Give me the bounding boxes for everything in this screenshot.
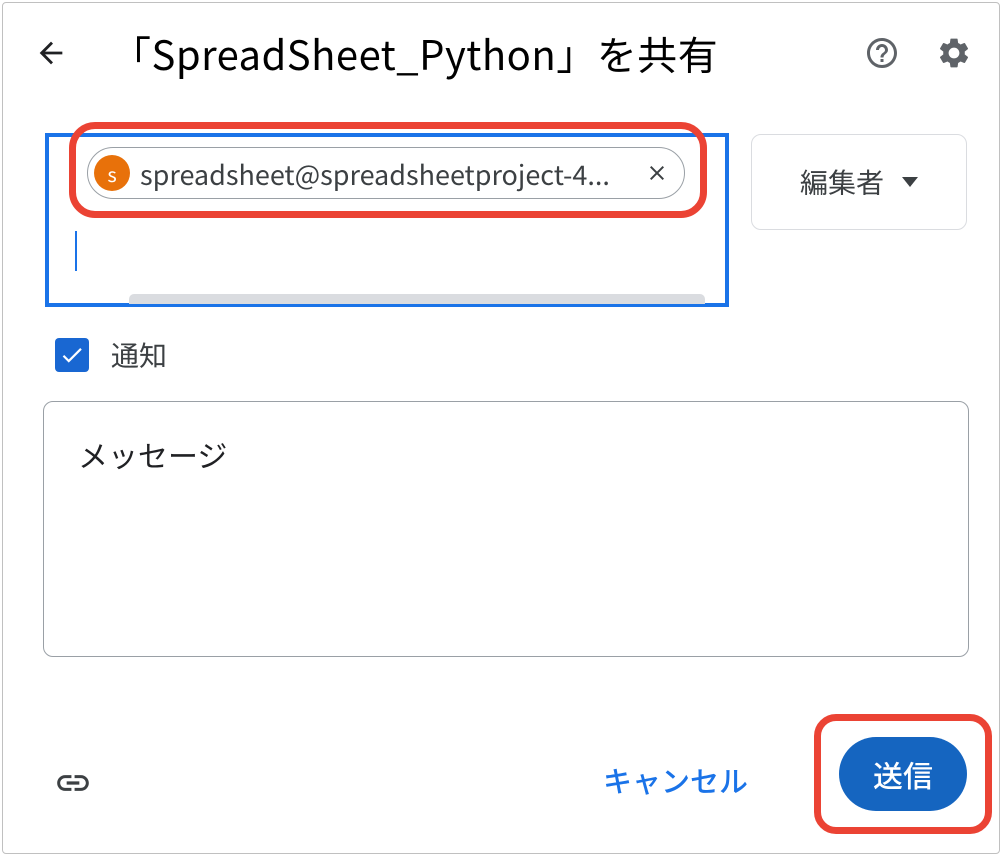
link-icon [54, 764, 92, 802]
role-label: 編集者 [800, 162, 884, 202]
recipient-email: spreadsheet@spreadsheetproject-4... [130, 154, 640, 193]
role-selector[interactable]: 編集者 [751, 134, 967, 230]
arrow-back-icon [34, 36, 68, 70]
check-icon [59, 342, 85, 368]
message-placeholder: メッセージ [78, 432, 227, 476]
notify-checkbox[interactable] [55, 338, 89, 372]
dropdown-icon [902, 177, 918, 187]
share-dialog: 「SpreadSheet_Python」を共有 s spreadsheet@sp… [2, 2, 1000, 854]
help-button[interactable] [861, 32, 903, 74]
dialog-title: 「SpreadSheet_Python」を共有 [111, 24, 718, 82]
avatar: s [94, 155, 130, 191]
notify-row: 通知 [55, 335, 167, 375]
remove-chip-button[interactable] [640, 156, 674, 190]
scrollbar-track [129, 294, 705, 304]
recipient-chip[interactable]: s spreadsheet@spreadsheetproject-4... [87, 147, 685, 199]
help-icon [864, 35, 900, 71]
close-icon [645, 161, 669, 185]
text-cursor [75, 231, 77, 271]
back-button[interactable] [27, 29, 75, 77]
copy-link-button[interactable] [49, 759, 97, 807]
notify-label: 通知 [111, 335, 167, 375]
cancel-button[interactable]: キャンセル [585, 749, 766, 811]
dialog-header: 「SpreadSheet_Python」を共有 [3, 17, 999, 89]
message-textarea[interactable]: メッセージ [43, 401, 969, 657]
settings-button[interactable] [933, 32, 975, 74]
gear-icon [936, 35, 972, 71]
send-button[interactable]: 送信 [839, 737, 967, 811]
